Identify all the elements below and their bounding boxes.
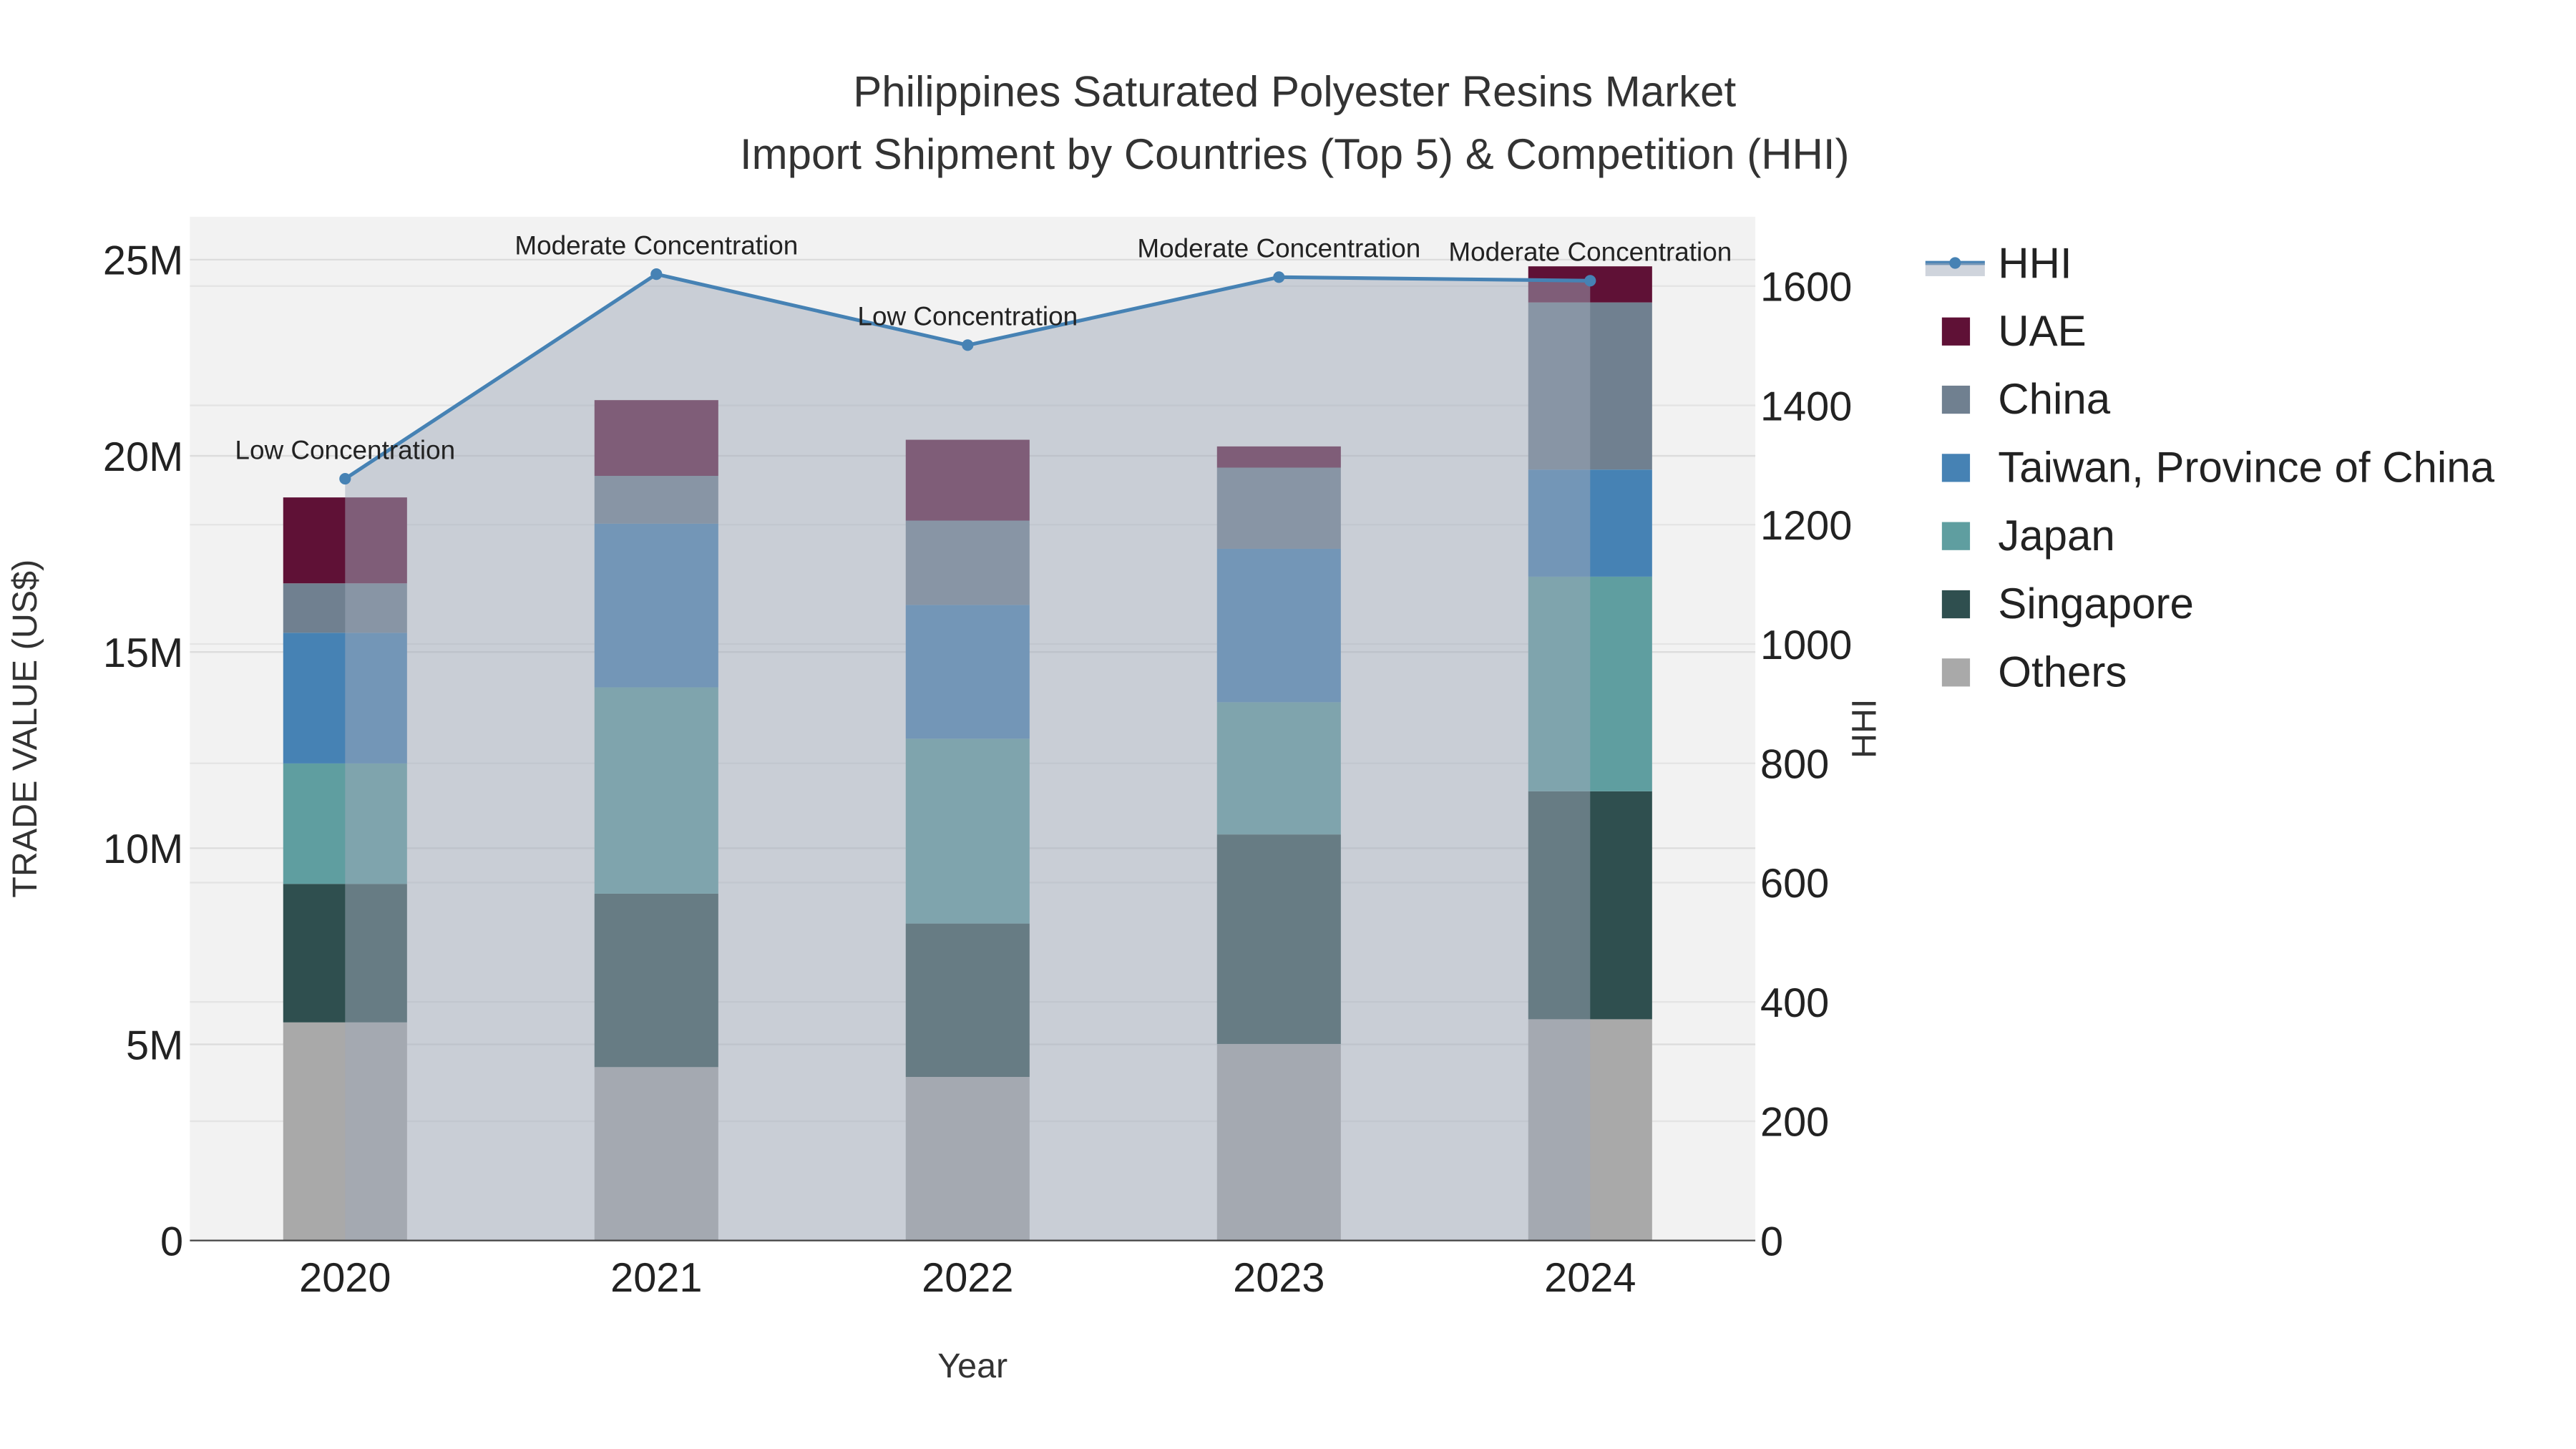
x-tick-label: 2024 bbox=[1544, 1255, 1636, 1301]
y2-axis-title: HHI bbox=[1845, 699, 1884, 758]
y2-tick-label: 1400 bbox=[1760, 384, 1852, 429]
y-tick-label: 15M bbox=[103, 630, 183, 676]
hhi-point bbox=[1584, 275, 1596, 287]
chart: Low Concentration Moderate Concentration L… bbox=[6, 67, 2495, 1385]
chart-title-line2: Import Shipment by Countries (Top 5) & C… bbox=[740, 130, 1850, 178]
legend-swatch bbox=[1941, 317, 1971, 346]
x-tick-label: 2020 bbox=[299, 1255, 391, 1301]
legend-hhi-marker bbox=[1949, 257, 1961, 269]
y2-tick-label: 0 bbox=[1760, 1219, 1783, 1264]
hhi-annotation: Low Concentration bbox=[857, 302, 1078, 331]
legend-label: Singapore bbox=[1998, 580, 2194, 628]
y2-tick-label: 1000 bbox=[1760, 623, 1852, 668]
x-axis-title: Year bbox=[937, 1347, 1008, 1385]
hhi-point bbox=[339, 473, 351, 485]
x-tick-label: 2022 bbox=[922, 1255, 1013, 1301]
hhi-annotation: Moderate Concentration bbox=[514, 230, 798, 260]
y-tick-label: 5M bbox=[126, 1023, 183, 1068]
x-tick-label: 2023 bbox=[1233, 1255, 1324, 1301]
hhi-annotation: Low Concentration bbox=[235, 435, 455, 464]
legend-label: UAE bbox=[1998, 307, 2086, 355]
y2-tick-label: 200 bbox=[1760, 1100, 1829, 1146]
legend-swatch bbox=[1941, 385, 1971, 414]
legend-swatch bbox=[1941, 658, 1971, 687]
legend-label: Others bbox=[1998, 648, 2127, 696]
legend-swatch bbox=[1941, 522, 1971, 550]
hhi-point bbox=[1273, 271, 1285, 283]
hhi-point bbox=[962, 339, 974, 351]
y2-tick-label: 600 bbox=[1760, 861, 1829, 907]
y-tick-label: 0 bbox=[160, 1219, 183, 1264]
legend-label: Japan bbox=[1998, 512, 2114, 560]
y2-tick-label: 800 bbox=[1760, 742, 1829, 788]
y2-tick-label: 400 bbox=[1760, 980, 1829, 1026]
legend-label: China bbox=[1998, 375, 2110, 423]
legend-swatch bbox=[1941, 590, 1971, 619]
hhi-area bbox=[345, 274, 1591, 1241]
y-tick-label: 10M bbox=[103, 826, 183, 872]
hhi-point bbox=[650, 268, 663, 280]
y-tick-label: 20M bbox=[103, 434, 183, 480]
y2-tick-label: 1600 bbox=[1760, 265, 1852, 311]
chart-title-line1: Philippines Saturated Polyester Resins M… bbox=[853, 67, 1736, 115]
legend-label: Taiwan, Province of China bbox=[1998, 444, 2494, 492]
legend-label: HHI bbox=[1998, 239, 2072, 287]
hhi-annotation: Moderate Concentration bbox=[1137, 234, 1420, 263]
y-axis-title: TRADE VALUE (US$) bbox=[6, 560, 44, 898]
legend: HHI UAE China Taiwan, Province of China Japa… bbox=[1925, 239, 2495, 696]
x-tick-label: 2021 bbox=[610, 1255, 702, 1301]
legend-swatch bbox=[1941, 454, 1971, 482]
y-tick-label: 25M bbox=[103, 238, 183, 284]
hhi-annotation: Moderate Concentration bbox=[1448, 238, 1732, 267]
y2-tick-label: 1200 bbox=[1760, 503, 1852, 549]
